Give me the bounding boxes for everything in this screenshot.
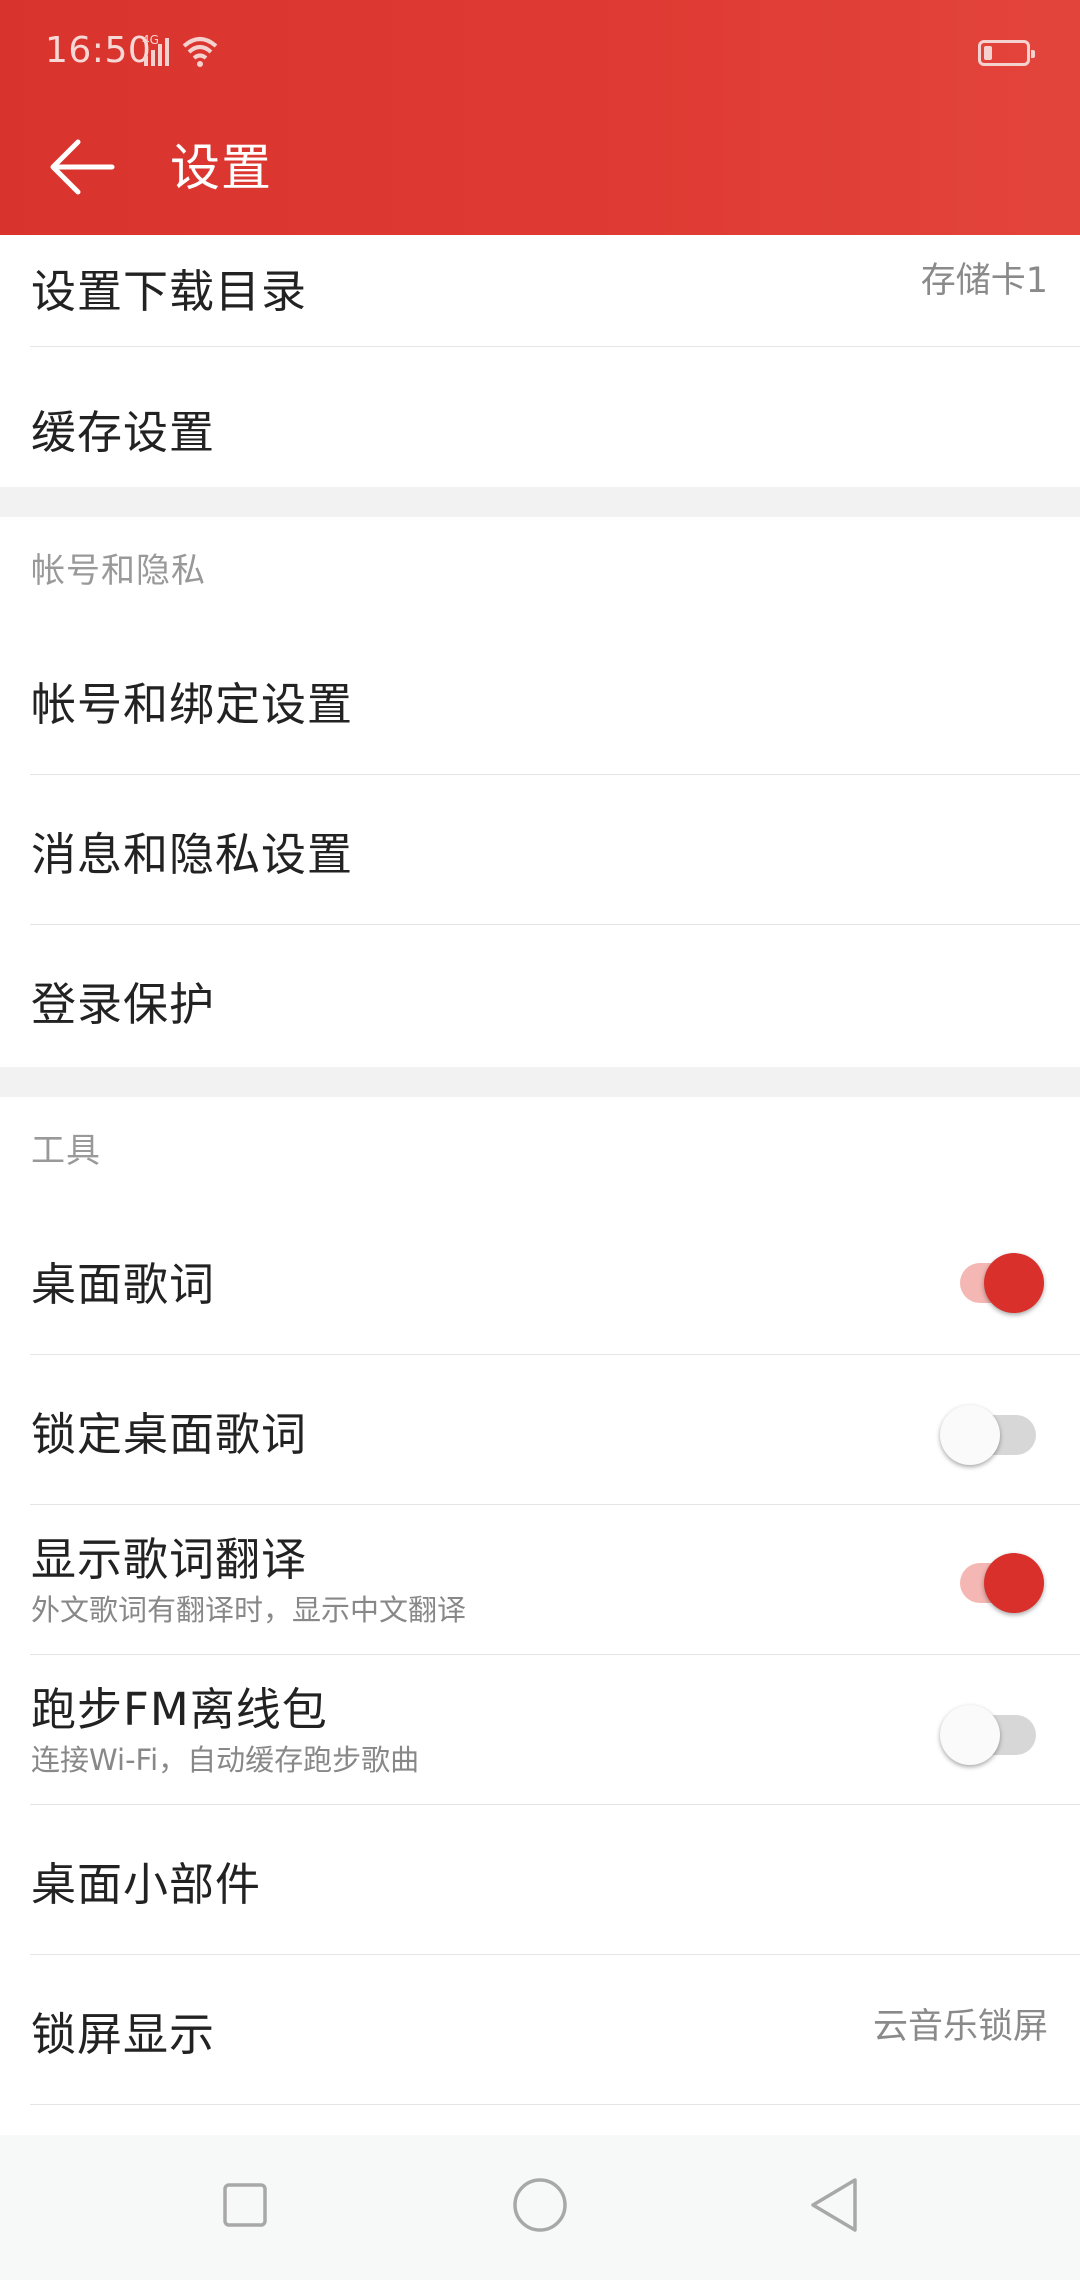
show-translation-label: 显示歌词翻译 xyxy=(31,1533,308,1586)
battery-icon xyxy=(978,40,1035,66)
running-fm-label: 跑步FM离线包 xyxy=(31,1683,328,1736)
system-nav-bar xyxy=(0,2135,1080,2280)
desktop-widget-label: 桌面小部件 xyxy=(31,1858,262,1911)
section-header-account: 帐号和隐私 xyxy=(31,551,206,591)
back-button[interactable] xyxy=(40,120,120,200)
page-title: 设置 xyxy=(170,139,272,197)
switch-knob xyxy=(984,1253,1044,1313)
running-fm-switch[interactable] xyxy=(940,1695,1040,1765)
switch-knob xyxy=(940,1705,1000,1765)
cache-settings-label: 缓存设置 xyxy=(31,406,216,459)
section-gap xyxy=(0,1067,1080,1097)
show-translation-row[interactable]: 显示歌词翻译 外文歌词有翻译时，显示中文翻译 xyxy=(0,1505,1080,1655)
settings-list: 设置下载目录 存储卡1 缓存设置 帐号和隐私 帐号和绑定设置 消息和隐私设置 登… xyxy=(0,235,1080,2135)
download-dir-row[interactable]: 设置下载目录 存储卡1 xyxy=(0,235,1080,347)
desktop-lyrics-switch[interactable] xyxy=(940,1243,1044,1313)
login-protect-row[interactable]: 登录保护 xyxy=(0,925,1080,1075)
switch-knob xyxy=(984,1553,1044,1613)
status-time: 16:50 xyxy=(45,30,152,71)
section-gap xyxy=(0,487,1080,517)
app-header: 16:50 4G 设置 xyxy=(0,0,1080,235)
triangle-back-icon xyxy=(811,2178,857,2232)
desktop-lyrics-label: 桌面歌词 xyxy=(31,1258,216,1311)
desktop-widget-row[interactable]: 桌面小部件 xyxy=(0,1805,1080,1955)
lock-screen-label: 锁屏显示 xyxy=(31,2008,216,2061)
lock-desktop-lyrics-row[interactable]: 锁定桌面歌词 xyxy=(0,1355,1080,1505)
network-type: 4G xyxy=(142,33,159,47)
running-fm-description: 连接Wi-Fi，自动缓存跑步歌曲 xyxy=(31,1743,420,1777)
show-translation-switch[interactable] xyxy=(940,1543,1044,1613)
message-privacy-label: 消息和隐私设置 xyxy=(31,828,354,881)
running-fm-row[interactable]: 跑步FM离线包 连接Wi-Fi，自动缓存跑步歌曲 xyxy=(0,1655,1080,1805)
message-privacy-row[interactable]: 消息和隐私设置 xyxy=(0,775,1080,925)
arrow-left-icon xyxy=(50,139,115,195)
lock-desktop-lyrics-label: 锁定桌面歌词 xyxy=(31,1408,308,1461)
account-binding-row[interactable]: 帐号和绑定设置 xyxy=(0,625,1080,775)
section-header-tools: 工具 xyxy=(31,1131,101,1171)
download-dir-value: 存储卡1 xyxy=(920,261,1048,301)
circle-icon xyxy=(513,2178,567,2232)
lock-desktop-lyrics-switch[interactable] xyxy=(940,1395,1040,1465)
desktop-lyrics-row[interactable]: 桌面歌词 xyxy=(0,1205,1080,1355)
switch-knob xyxy=(940,1405,1000,1465)
cache-settings-row[interactable]: 缓存设置 xyxy=(0,347,1080,497)
lock-screen-value: 云音乐锁屏 xyxy=(872,2007,1048,2047)
status-bar: 16:50 4G xyxy=(0,0,1080,110)
lock-screen-row[interactable]: 锁屏显示 云音乐锁屏 xyxy=(0,1955,1080,2105)
divider xyxy=(30,2104,1080,2105)
login-protect-label: 登录保护 xyxy=(31,978,216,1031)
signal-wifi-icons: 4G xyxy=(140,32,240,72)
square-icon xyxy=(223,2183,267,2227)
account-binding-label: 帐号和绑定设置 xyxy=(31,678,354,731)
settings-screen: 16:50 4G 设置 设置下载目录 存储卡1 缓存设置 帐号和隐私 帐号和绑定… xyxy=(0,0,1080,2280)
nav-back-button[interactable] xyxy=(795,2165,875,2245)
toolbar: 设置 xyxy=(0,110,1080,235)
download-dir-label: 设置下载目录 xyxy=(31,265,308,318)
signal-icon: 4G xyxy=(142,33,218,67)
recents-button[interactable] xyxy=(205,2165,285,2245)
home-button[interactable] xyxy=(500,2165,580,2245)
show-translation-description: 外文歌词有翻译时，显示中文翻译 xyxy=(31,1593,467,1627)
battery-level xyxy=(984,46,992,60)
